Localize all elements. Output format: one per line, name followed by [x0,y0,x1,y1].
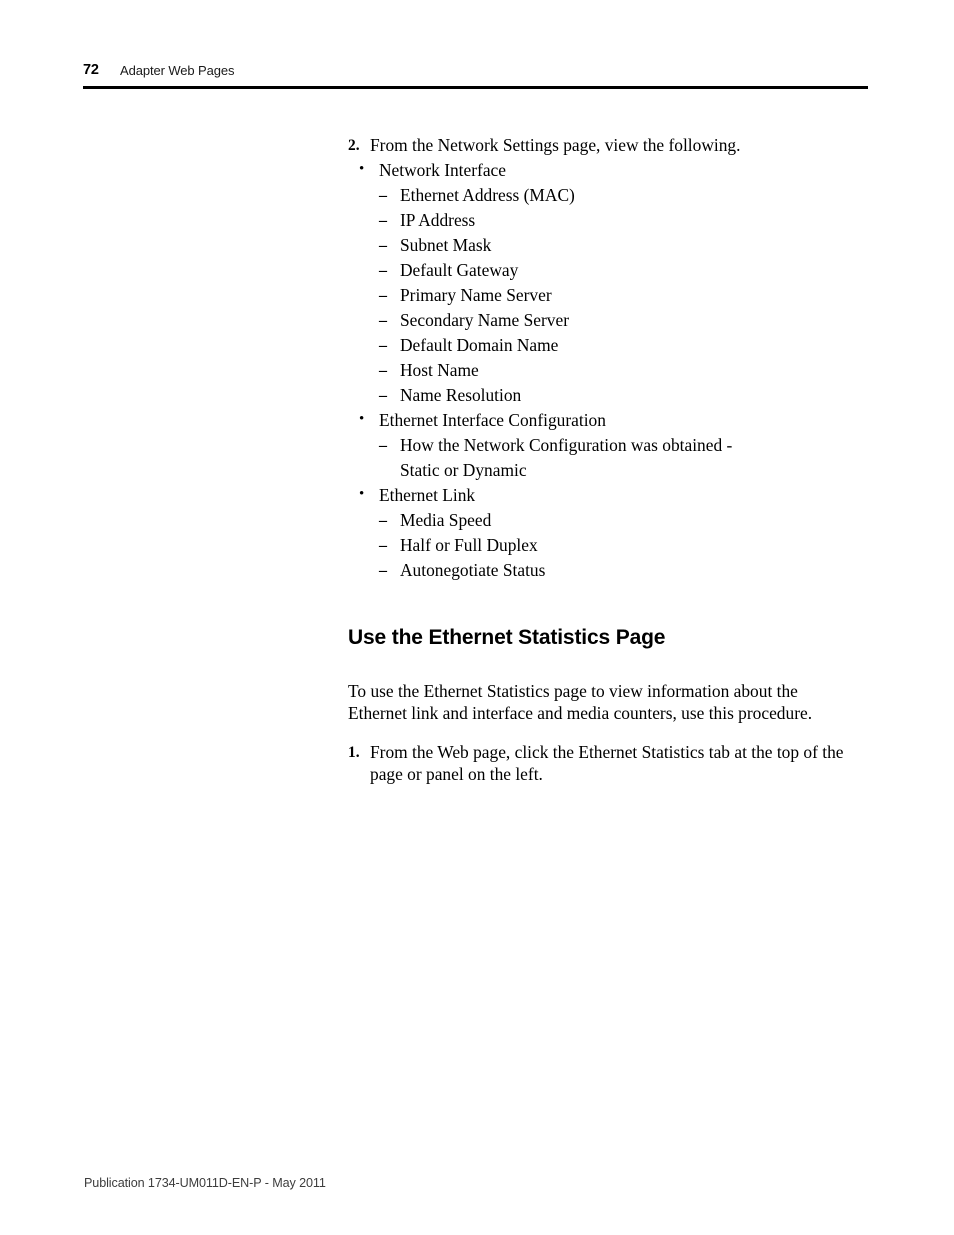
page-number: 72 [83,62,99,78]
sub-bullet-half-or-full-duplex: – Half or Full Duplex [379,533,858,558]
numbered-step-1: 1. From the Web page, click the Ethernet… [348,742,850,785]
dash-icon: – [379,512,387,529]
step-1-block: 1. From the Web page, click the Ethernet… [348,742,858,785]
numbered-step-2: 2. From the Network Settings page, view … [348,133,858,158]
sub-bullet-label: Ethernet Address (MAC) [400,185,575,205]
dash-icon: – [379,262,387,279]
sub-bullet-label: Name Resolution [400,385,522,405]
bullet-ethernet-link: • Ethernet Link [357,483,858,508]
bullet-icon: • [359,411,365,427]
dash-icon: – [379,212,387,229]
section-heading-use-ethernet-statistics-page: Use the Ethernet Statistics Page [348,626,666,649]
sub-bullet-ethernet-address: – Ethernet Address (MAC) [379,183,858,208]
sub-bullet-host-name: – Host Name [379,358,858,383]
sub-bullet-label: Media Speed [400,510,492,530]
step-1-text: From the Web page, click the Ethernet St… [370,742,844,784]
sub-bullet-label: IP Address [400,210,476,230]
sub-bullet-name-resolution: – Name Resolution [379,383,858,408]
sub-bullet-autonegotiate-status: – Autonegotiate Status [379,558,858,583]
dash-icon: – [379,562,387,579]
bullet-label: Network Interface [379,160,506,180]
sub-bullet-primary-name-server: – Primary Name Server [379,283,858,308]
sub-bullet-label: Secondary Name Server [400,310,570,330]
sub-bullet-label: Host Name [400,360,479,380]
step-2-block: 2. From the Network Settings page, view … [348,133,858,583]
step-2-marker: 2. [348,137,360,154]
sub-bullet-label: Half or Full Duplex [400,535,538,555]
sub-bullet-label: Default Domain Name [400,335,559,355]
dash-icon: – [379,312,387,329]
sub-bullet-secondary-name-server: – Secondary Name Server [379,308,858,333]
sub-bullet-media-speed: – Media Speed [379,508,858,533]
sub-bullet-subnet-mask: – Subnet Mask [379,233,858,258]
header-divider-rule [83,86,868,90]
bullet-icon: • [359,161,365,177]
dash-icon: – [379,437,387,454]
sub-bullet-default-domain-name: – Default Domain Name [379,333,858,358]
step-2-text: From the Network Settings page, view the… [370,135,741,155]
bullet-network-interface: • Network Interface [357,158,858,183]
sub-bullet-label: Primary Name Server [400,285,552,305]
section-intro-paragraph: To use the Ethernet Statistics page to v… [348,681,813,723]
page-footer-publication: Publication 1734-UM011D-EN-P - May 2011 [84,1176,326,1190]
sub-bullet-default-gateway: – Default Gateway [379,258,858,283]
dash-icon: – [379,362,387,379]
dash-icon: – [379,287,387,304]
dash-icon: – [379,537,387,554]
sub-bullet-label: Subnet Mask [400,235,492,255]
sub-bullet-label: Default Gateway [400,260,519,280]
bullet-icon: • [359,486,365,502]
dash-icon: – [379,337,387,354]
dash-icon: – [379,187,387,204]
bullet-label: Ethernet Link [379,485,476,505]
step-1-marker: 1. [348,744,360,761]
page-header: 72 Adapter Web Pages [83,62,868,84]
bullet-label: Ethernet Interface Configuration [379,410,606,430]
sub-bullet-label: How the Network Configuration was obtain… [400,435,733,480]
sub-bullet-ip-address: – IP Address [379,208,858,233]
sub-bullet-how-network-configuration-obtained: – How the Network Configuration was obta… [379,433,760,483]
dash-icon: – [379,237,387,254]
dash-icon: – [379,387,387,404]
bullet-ethernet-interface-configuration: • Ethernet Interface Configuration [357,408,858,433]
chapter-title: Adapter Web Pages [120,63,235,78]
sub-bullet-label: Autonegotiate Status [400,560,546,580]
